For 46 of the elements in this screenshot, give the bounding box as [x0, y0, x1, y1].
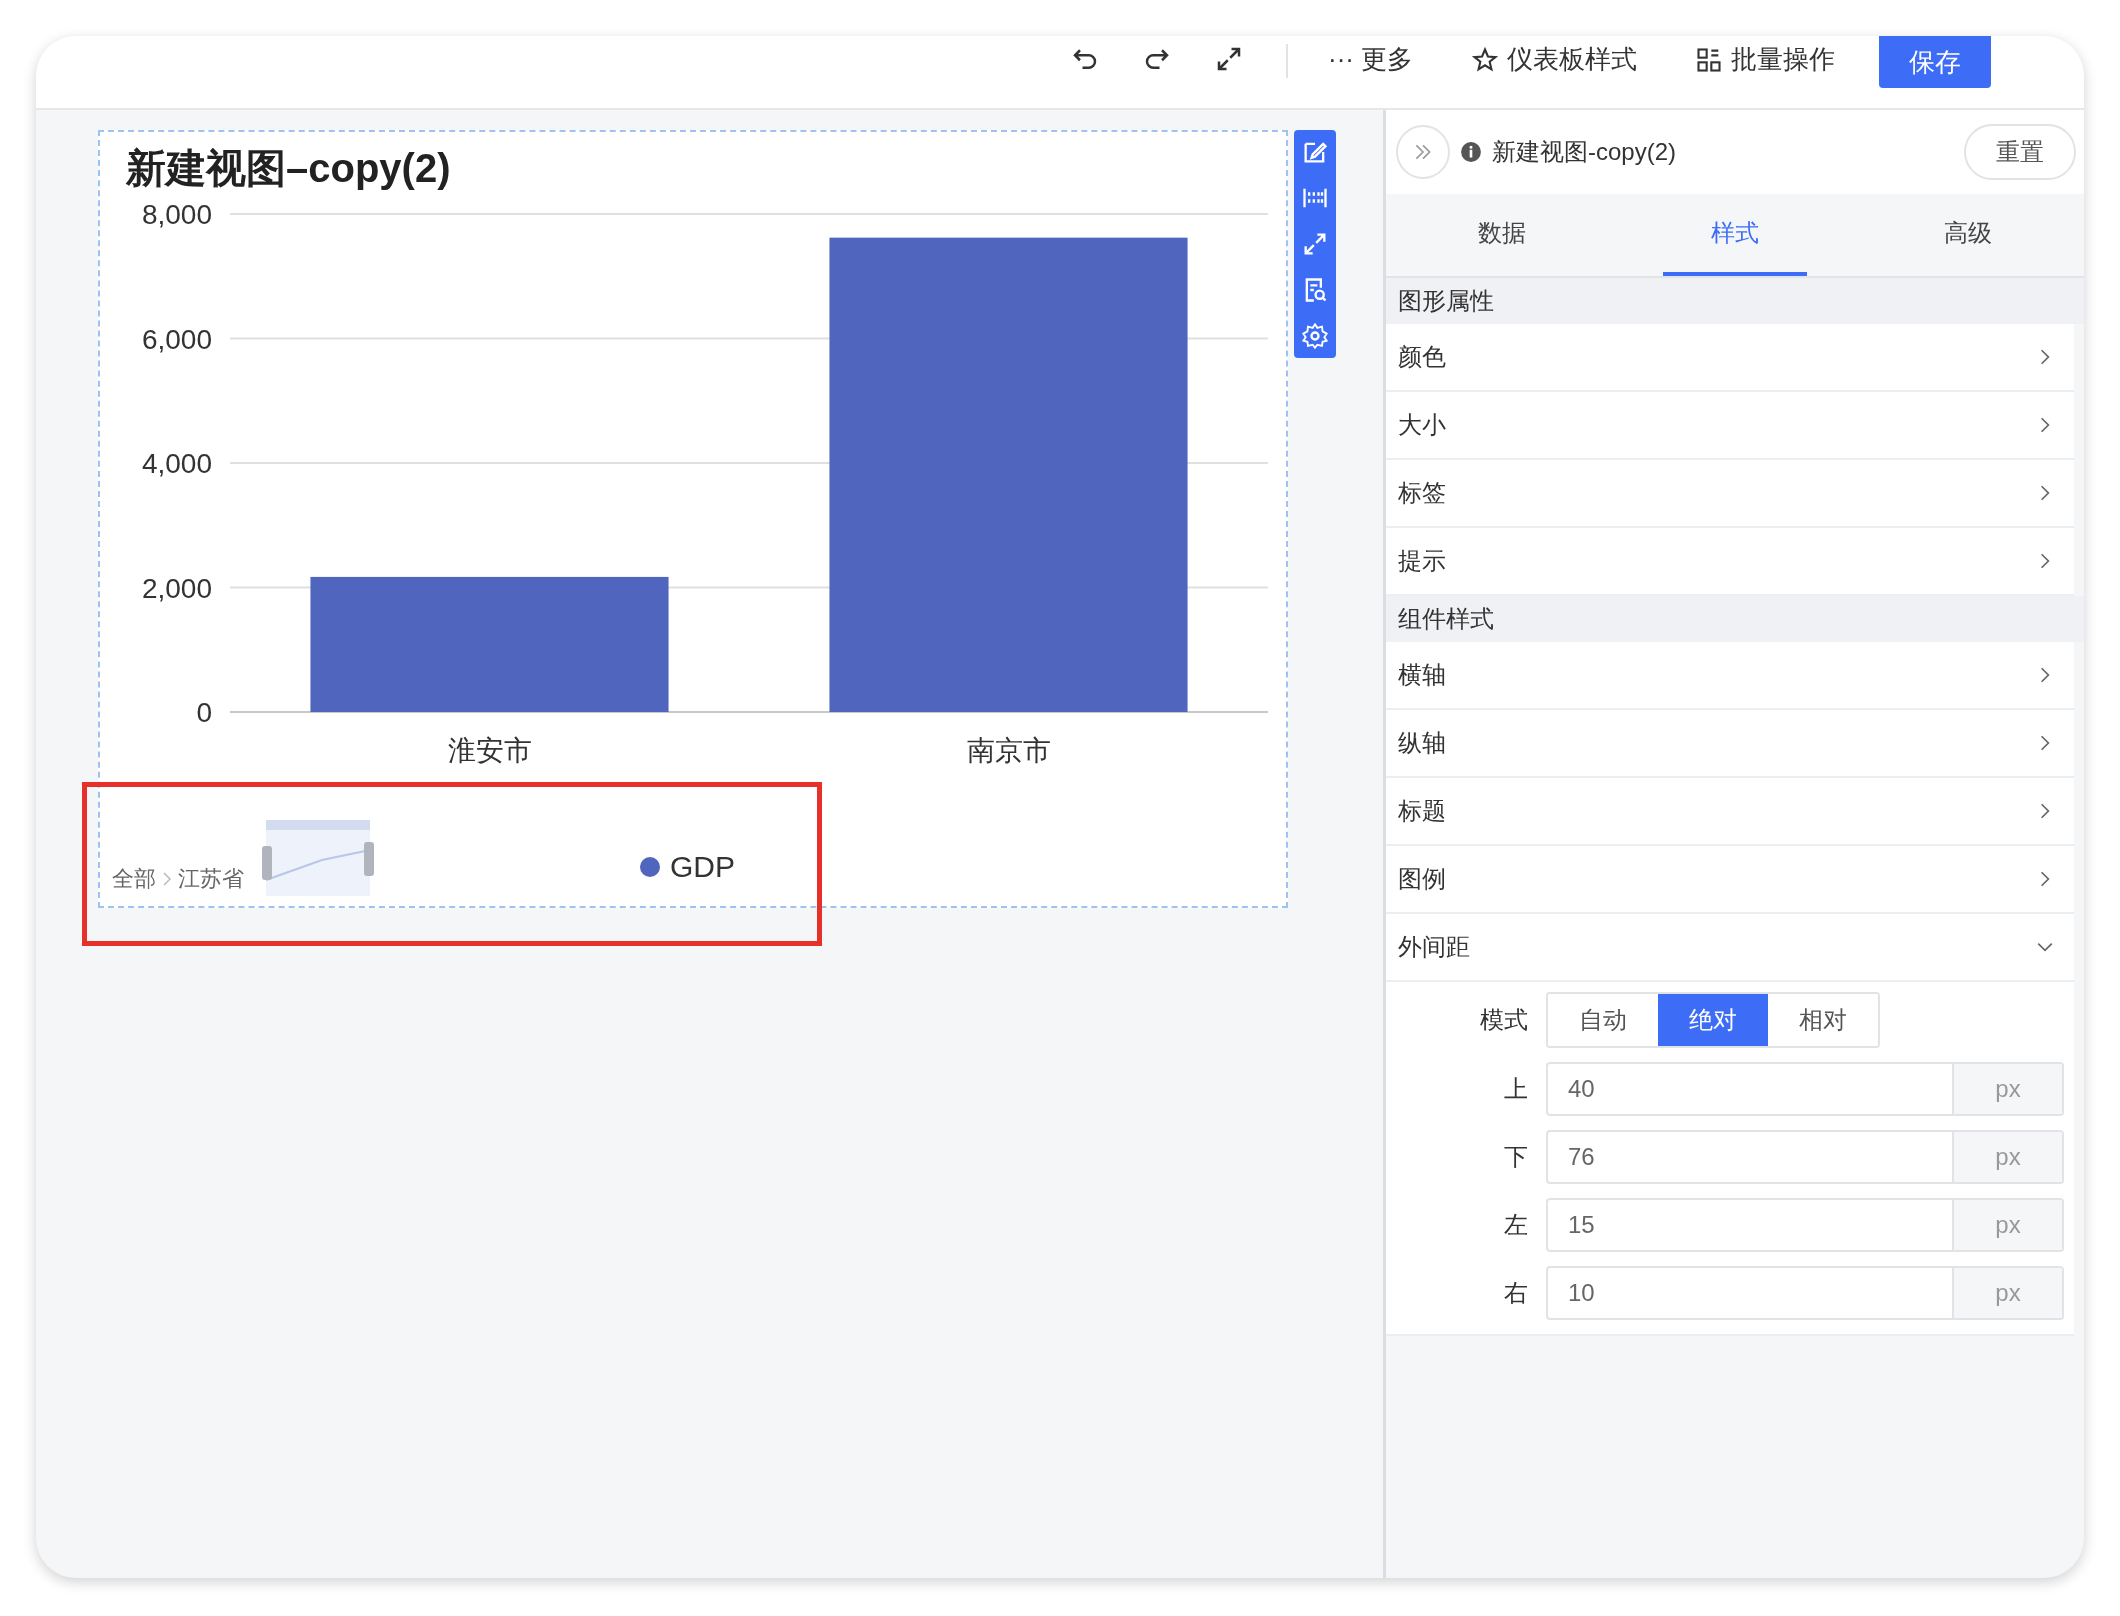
batch-operation-button[interactable]: 批量操作 — [1691, 38, 1840, 81]
axis-label: 8,000 — [141, 199, 212, 230]
chart-title: 新建视图–copy(2) — [126, 145, 451, 192]
number-field[interactable]: 76 px — [1546, 1130, 2064, 1184]
legend-label: GDP — [670, 850, 735, 884]
unit-suffix: px — [1952, 1132, 2062, 1182]
info-icon — [1460, 141, 1482, 163]
axis-label: 6,000 — [141, 323, 212, 355]
unit-suffix: px — [1952, 1200, 2062, 1250]
field-label: 模式 — [1479, 1005, 1528, 1035]
star-icon — [1471, 45, 1500, 74]
axis-label: 4,000 — [141, 448, 212, 479]
settings-icon[interactable] — [1301, 322, 1329, 350]
axis-label: 淮安市 — [447, 735, 532, 766]
setting-row[interactable]: 外间距 — [1386, 914, 2074, 982]
number-field[interactable]: 15 px — [1546, 1198, 2064, 1252]
axis-label: 南京市 — [966, 735, 1051, 766]
number-field[interactable]: 10 px — [1546, 1266, 2064, 1320]
section-header: 组件样式 — [1386, 596, 2084, 642]
field-label: 下 — [1503, 1142, 1528, 1172]
breadcrumb-item[interactable]: 全部 — [112, 864, 156, 894]
panel-title: 新建视图-copy(2) — [1492, 137, 1678, 167]
axis-label: 2,000 — [141, 572, 212, 604]
more-button[interactable]: ··· 更多 — [1324, 38, 1418, 81]
axis-label: 0 — [196, 697, 212, 728]
unit-suffix: px — [1952, 1268, 2062, 1318]
section-header: 图形属性 — [1386, 278, 2084, 324]
tab[interactable]: 数据 — [1430, 194, 1575, 276]
field-label: 左 — [1503, 1210, 1528, 1240]
input-field[interactable]: 15 — [1548, 1200, 1952, 1250]
input-field[interactable]: 10 — [1548, 1268, 1952, 1318]
field-label: 右 — [1503, 1278, 1528, 1308]
grid-icon — [1695, 45, 1724, 74]
reset-button[interactable]: 重置 — [1964, 124, 2076, 180]
chevron-icon — [162, 871, 172, 887]
legend-dot — [640, 857, 660, 877]
number-field[interactable]: 40 px — [1546, 1062, 2064, 1116]
breadcrumb-item[interactable]: 江苏省 — [178, 864, 244, 894]
input-field[interactable]: 76 — [1548, 1132, 1952, 1182]
tab[interactable]: 高级 — [1895, 194, 2040, 276]
field-label: 上 — [1503, 1074, 1528, 1104]
save-button[interactable]: 保存 — [1879, 36, 1992, 88]
input-field[interactable]: 40 — [1548, 1064, 1952, 1114]
unit-suffix: px — [1952, 1064, 2062, 1114]
dashboard-style-button[interactable]: 仪表板样式 — [1467, 38, 1642, 81]
segment-option[interactable]: 绝对 — [1658, 994, 1768, 1046]
